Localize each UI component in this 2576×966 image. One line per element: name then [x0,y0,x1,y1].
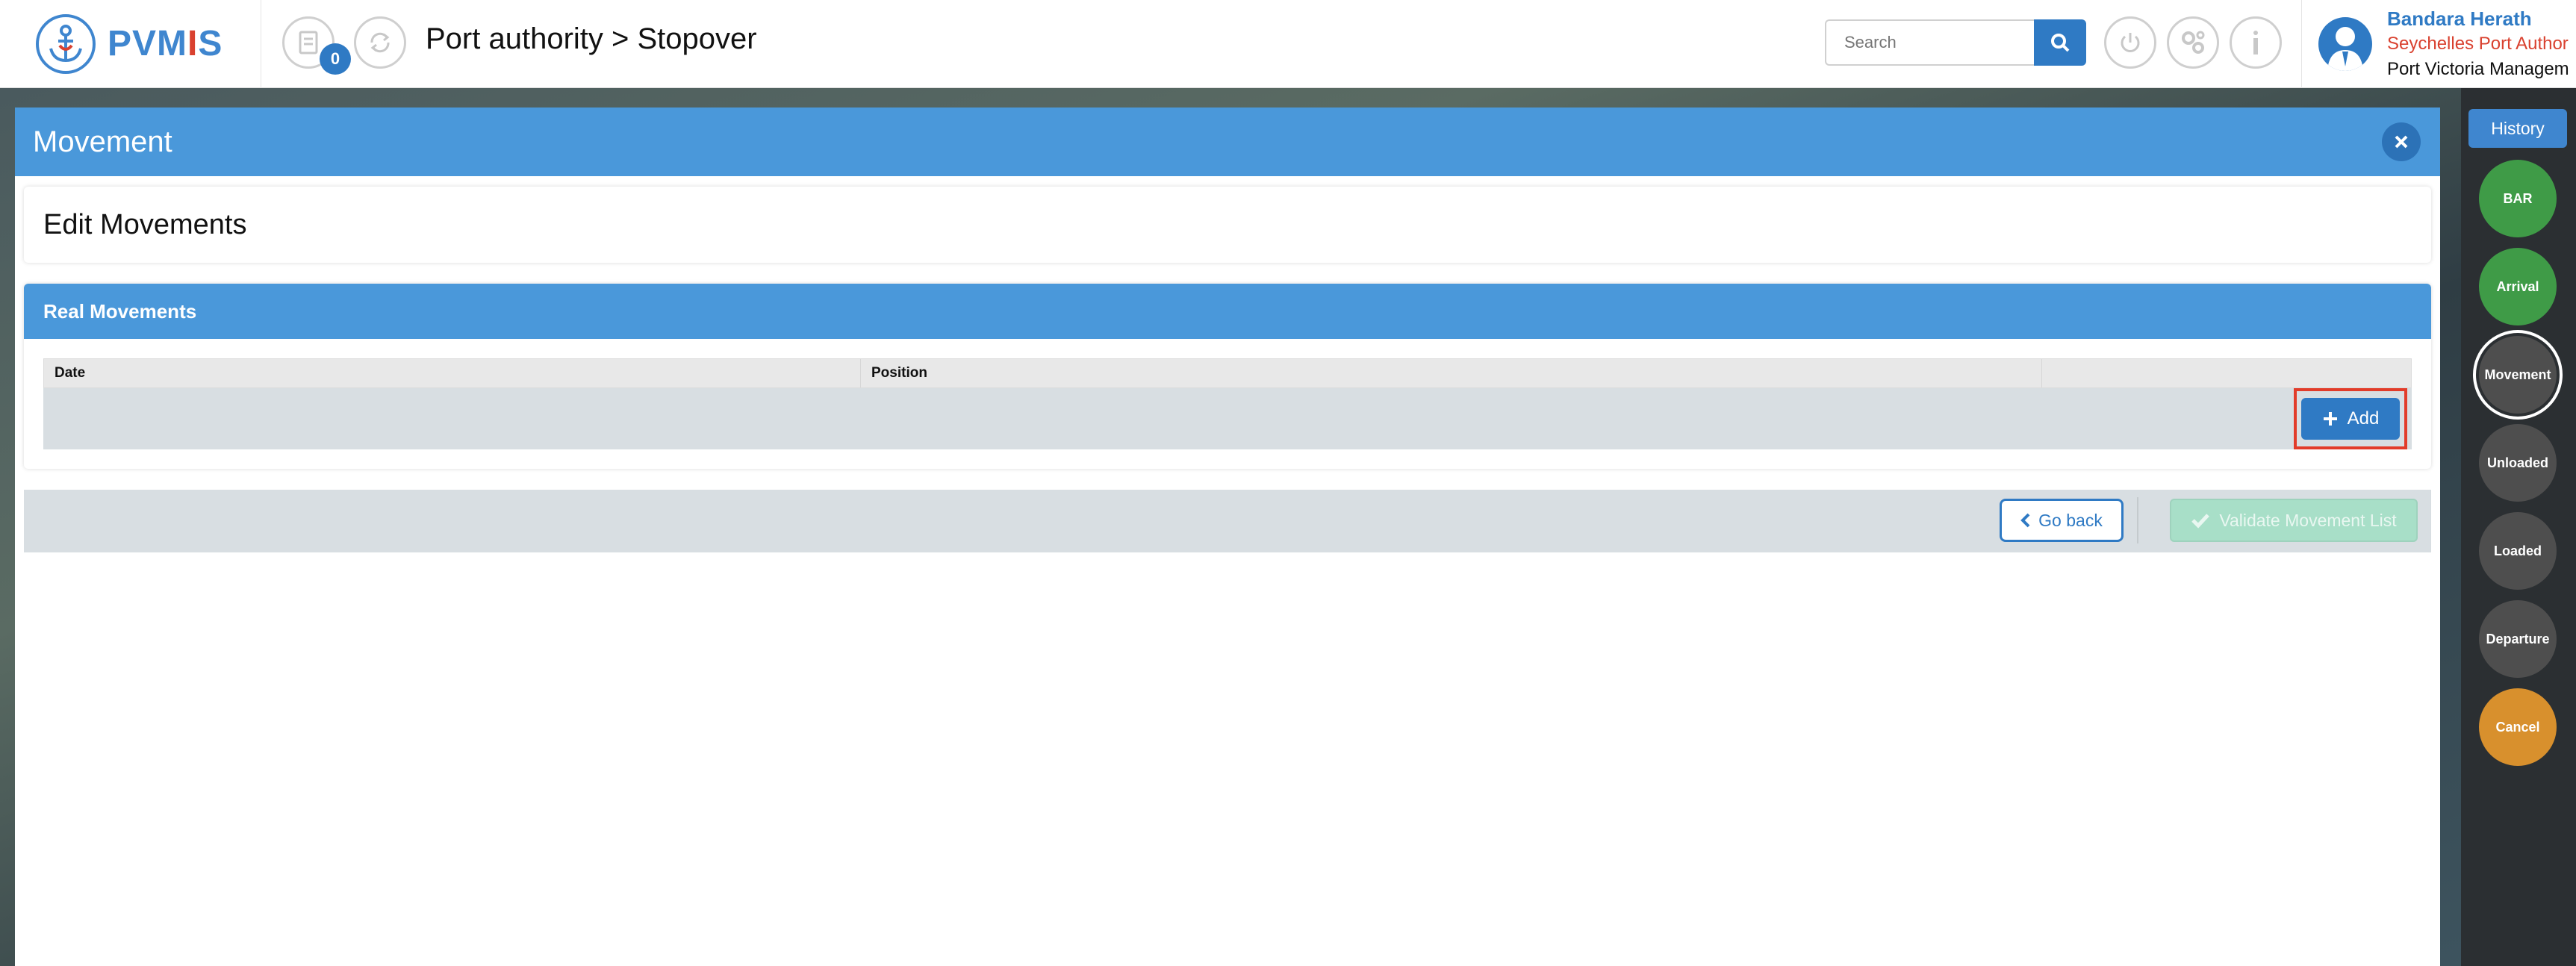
go-back-button[interactable]: Go back [2000,499,2124,542]
validate-movement-list-button[interactable]: Validate Movement List [2170,499,2418,542]
real-movements-panel: Real Movements Date Position Add [24,284,2431,469]
step-loaded[interactable]: Loaded [2479,512,2557,590]
page-breadcrumb: Port authority > Stopover [426,22,757,55]
history-button[interactable]: History [2468,109,2567,148]
close-button[interactable] [2382,122,2421,161]
movement-modal: Movement Edit Movements Real Movements D… [15,107,2440,966]
avatar [2318,17,2372,71]
user-name: Bandara Herath [2387,7,2532,30]
column-date[interactable]: Date [44,359,861,387]
logo-text: PVMIS [108,24,223,63]
logo[interactable]: PVMIS [0,0,261,88]
go-back-label: Go back [2038,510,2103,530]
real-movements-title: Real Movements [43,299,197,322]
edit-title: Edit Movements [43,208,247,240]
plus-icon [2323,412,2337,426]
validate-label: Validate Movement List [2219,510,2397,530]
anchor-logo-icon [36,13,96,74]
step-movement[interactable]: Movement [2479,336,2557,414]
movements-table: Date Position Add [43,358,2412,449]
user-department: Port Victoria Managem [2387,59,2569,79]
add-highlight: Add [2294,388,2407,449]
close-icon [2395,135,2408,149]
user-profile[interactable]: Bandara Herath Seychelles Port Author Po… [2301,0,2576,88]
power-icon[interactable] [2104,16,2156,69]
step-cancel[interactable]: Cancel [2479,688,2557,766]
step-departure[interactable]: Departure [2479,600,2557,678]
step-arrival[interactable]: Arrival [2479,248,2557,325]
search-input[interactable] [1825,19,2034,66]
user-organization: Seychelles Port Author [2387,34,2569,54]
chevron-left-icon [2020,513,2030,528]
modal-footer: Go back Validate Movement List [24,490,2431,552]
edit-panel: Edit Movements [24,187,2431,263]
column-position[interactable]: Position [861,359,2042,387]
table-row: Add [43,388,2412,449]
search-icon [2051,34,2070,52]
refresh-icon[interactable] [354,16,406,69]
footer-divider [2137,497,2138,543]
info-icon[interactable] [2230,16,2282,69]
step-unloaded[interactable]: Unloaded [2479,424,2557,502]
status-sidebar: History BAR Arrival Movement Unloaded Lo… [2461,88,2576,966]
step-bar[interactable]: BAR [2479,160,2557,237]
modal-header: Movement [15,107,2440,176]
settings-icon[interactable] [2167,16,2219,69]
add-button[interactable]: Add [2301,398,2400,440]
modal-title: Movement [33,125,172,158]
top-header: PVMIS 0 Port authority > Stopover Bandar… [0,0,2576,88]
table-header: Date Position [43,358,2412,388]
search-button[interactable] [2034,19,2086,66]
real-movements-header: Real Movements [24,284,2431,339]
add-button-label: Add [2347,408,2380,429]
notification-badge: 0 [320,43,351,75]
check-icon [2191,514,2210,529]
column-actions [2042,359,2411,387]
